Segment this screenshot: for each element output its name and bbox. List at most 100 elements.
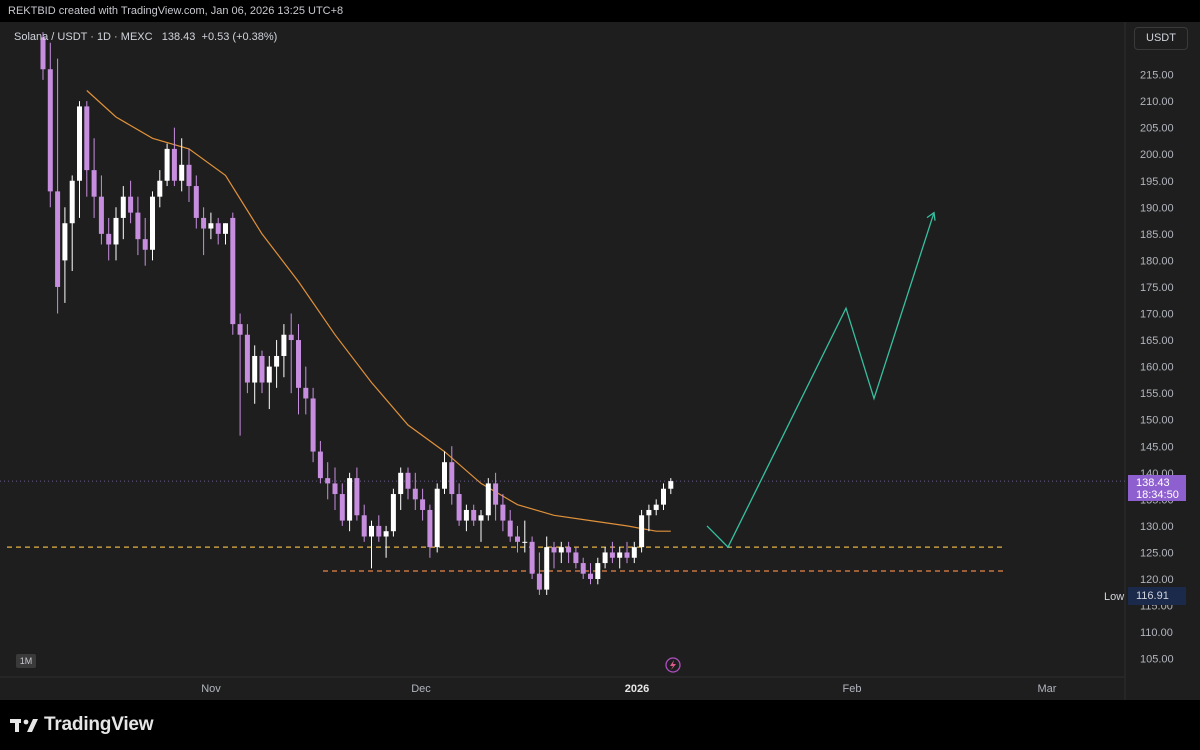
price-tick-label: 205.00	[1140, 123, 1174, 135]
candle-down	[317, 451, 323, 479]
candle-down	[361, 515, 367, 537]
candle-up	[653, 504, 659, 510]
candle-down	[551, 547, 557, 553]
candle-down	[288, 334, 294, 341]
candle-down	[529, 541, 535, 574]
candle-up	[369, 525, 374, 537]
low-label: Low	[1104, 591, 1125, 603]
candle-down	[420, 499, 426, 510]
price-tick-label: 125.00	[1140, 547, 1174, 559]
candle-up	[544, 547, 550, 590]
candle-down	[230, 217, 236, 325]
candle-down	[310, 398, 316, 452]
candle-down	[609, 552, 615, 558]
candle-down	[493, 483, 499, 505]
candle-down	[135, 212, 141, 240]
candle-down	[106, 233, 112, 245]
price-tick-label: 180.00	[1140, 255, 1174, 267]
candlestick-chart[interactable]: 215.00 210.00 205.00 200.00 195.00 190.00 185.…	[0, 22, 1200, 700]
candle-up	[398, 472, 404, 495]
candle-down	[449, 462, 455, 495]
price-tick-label: 190.00	[1140, 202, 1174, 214]
candle-down	[142, 239, 148, 250]
time-axis-label: Mar	[1038, 683, 1057, 695]
price-tick-label: 195.00	[1140, 176, 1174, 188]
candle-up	[150, 196, 155, 250]
lightning-icon	[670, 660, 676, 670]
price-tick-label: 155.00	[1140, 388, 1174, 400]
candle-up	[668, 481, 674, 489]
candle-up	[347, 478, 353, 521]
candle-down	[193, 186, 199, 218]
candle-up	[617, 552, 623, 558]
symbol-label[interactable]: Solana / USDT · 1D · MEXC	[14, 31, 153, 43]
time-axis-label: 2026	[625, 683, 649, 695]
header-bar: REKTBID created with TradingView.com, Ja…	[0, 0, 1200, 22]
created-with-text: REKTBID created with TradingView.com, Ja…	[8, 5, 344, 17]
tradingview-wordmark: TradingView	[44, 714, 154, 735]
price-change: +0.53 (+0.38%)	[201, 31, 278, 43]
candle-up	[281, 334, 287, 356]
symbol-legend[interactable]: Solana / USDT · 1D · MEXC 138.43 +0.53 (…	[14, 31, 277, 43]
price-tick-label: 165.00	[1140, 335, 1174, 347]
candle-up	[383, 531, 389, 537]
candle-down	[325, 478, 331, 484]
candle-down	[507, 520, 513, 537]
candle-up	[639, 515, 645, 548]
price-tick-label: 150.00	[1140, 415, 1174, 427]
candle-down	[580, 563, 586, 574]
candle-up	[179, 164, 185, 181]
candle-down	[84, 106, 90, 171]
price-tick-label: 210.00	[1140, 96, 1174, 108]
time-axis-label: Nov	[201, 683, 221, 695]
candle-down	[55, 191, 61, 287]
candle-up	[631, 547, 637, 558]
candle-up	[434, 488, 440, 548]
candle-up	[62, 223, 68, 261]
tradingview-logo-icon	[10, 719, 38, 732]
projection-arrowhead	[926, 211, 936, 221]
candle-down	[128, 196, 134, 213]
price-tick-label: 145.00	[1140, 441, 1174, 453]
candle-up	[558, 547, 564, 553]
time-axis-label: Dec	[411, 683, 431, 695]
candle-down	[412, 488, 418, 500]
candle-down	[405, 472, 411, 489]
low-value-tag: 116.91	[1128, 587, 1186, 605]
candle-up	[266, 366, 272, 383]
candle-down	[201, 217, 207, 229]
price-tick-label: 170.00	[1140, 309, 1174, 321]
candle-up	[113, 217, 119, 245]
candle-up	[157, 180, 163, 197]
candle-down	[244, 334, 250, 383]
candle-up	[120, 196, 126, 218]
price-tick-label: 110.00	[1140, 627, 1173, 639]
price-tick-label: 185.00	[1140, 229, 1174, 241]
candle-up	[208, 223, 214, 229]
candle-down	[500, 504, 506, 521]
candle-up	[442, 462, 447, 489]
candle-up	[661, 488, 666, 505]
candle-up	[69, 180, 75, 224]
candle-down	[456, 494, 462, 521]
candle-up	[274, 355, 280, 367]
interval-badge[interactable]: 1M	[16, 654, 36, 668]
projection-path	[706, 212, 935, 549]
footer-bar: TradingView	[0, 700, 1200, 750]
candle-down	[354, 478, 360, 516]
candle-down	[624, 552, 630, 558]
candle-down	[515, 536, 520, 542]
candle-down	[339, 494, 345, 521]
candle-up	[602, 552, 608, 564]
chart-pane[interactable]: 215.00 210.00 205.00 200.00 195.00 190.00 185.…	[0, 22, 1200, 700]
candle-down	[427, 509, 433, 548]
price-tick-label: 160.00	[1140, 362, 1174, 374]
price-tick-label: 105.00	[1140, 654, 1174, 666]
currency-button[interactable]: USDT	[1134, 27, 1188, 50]
last-price: 138.43	[161, 31, 196, 43]
time-axis-label: Feb	[843, 683, 862, 695]
candle-down	[237, 324, 243, 335]
tradingview-logo[interactable]: TradingView	[10, 714, 154, 736]
candle-up	[252, 355, 258, 383]
bar-countdown: 18:34:50	[1136, 489, 1179, 501]
